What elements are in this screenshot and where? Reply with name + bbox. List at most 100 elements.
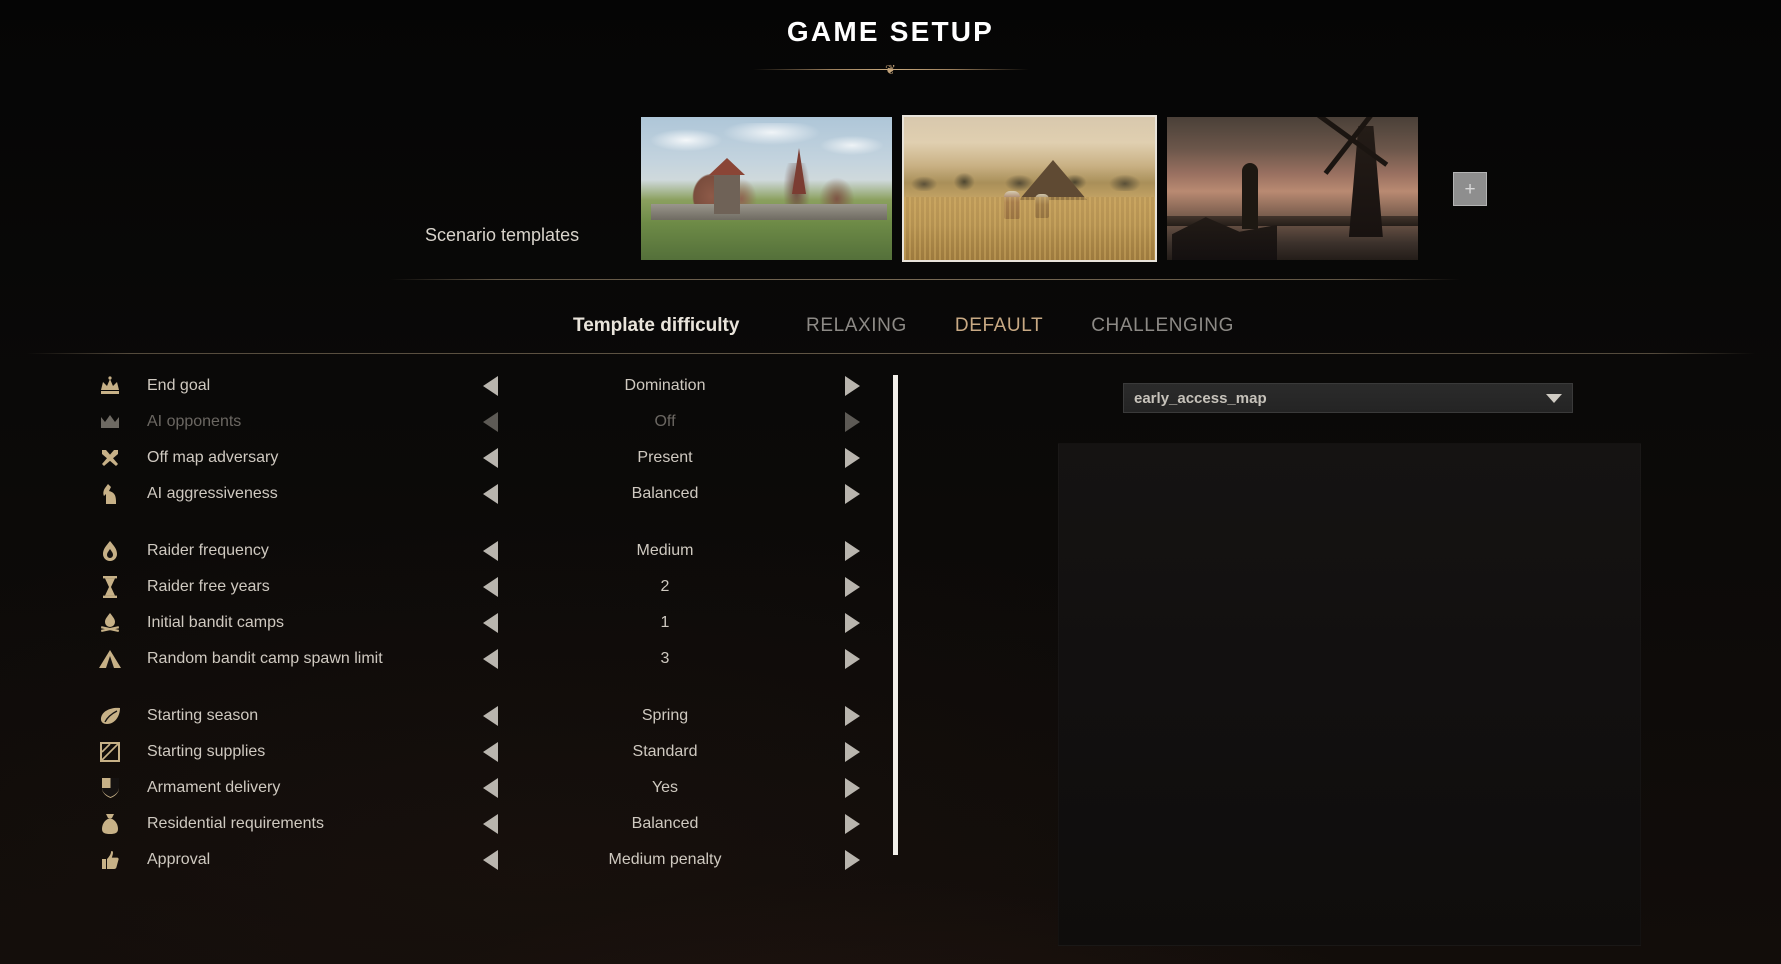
clouds [641, 122, 892, 166]
scenario-template-list: + [639, 115, 1487, 262]
town-tower [708, 158, 745, 215]
setting-row-approval: Approval Medium penalty [95, 842, 895, 878]
setting-next-arrow[interactable] [845, 814, 860, 834]
setting-value: Balanced [631, 485, 699, 502]
barn-roof [1019, 159, 1088, 200]
walled-town-thumbnail-art [641, 117, 892, 260]
setting-row-armament-delivery: Armament delivery Yes [95, 770, 895, 806]
templates-section-divider [390, 279, 1460, 280]
difficulty-option-default[interactable]: DEFAULT [955, 315, 1043, 337]
setting-value: Present [637, 449, 693, 466]
setting-value: Spring [641, 707, 689, 724]
page-title: GAME SETUP [786, 16, 995, 47]
setting-prev-arrow[interactable] [483, 850, 498, 870]
setting-row-ai-aggressiveness: AI aggressiveness Balanced [95, 476, 895, 512]
setting-next-arrow[interactable] [845, 706, 860, 726]
map-select-value: early_access_map [1134, 389, 1267, 407]
difficulty-section-divider [26, 353, 1756, 354]
hourglass-icon [95, 574, 125, 600]
knight-chess-icon [95, 481, 125, 507]
difficulty-option-relaxing[interactable]: RELAXING [806, 315, 907, 337]
dusk-windmill-thumbnail-art [1167, 117, 1418, 260]
setting-next-arrow[interactable] [845, 376, 860, 396]
setting-prev-arrow[interactable] [483, 742, 498, 762]
setting-row-end-goal: End goal Domination [95, 368, 895, 404]
setting-value: Medium [636, 542, 694, 559]
crossed-swords-icon [95, 445, 125, 471]
setting-next-arrow[interactable] [845, 742, 860, 762]
thumbs-up-icon [95, 847, 125, 873]
setting-prev-arrow[interactable] [483, 649, 498, 669]
setting-value: 3 [660, 650, 670, 667]
setting-next-arrow[interactable] [845, 484, 860, 504]
setting-label: Armament delivery [147, 779, 281, 796]
setting-prev-arrow[interactable] [483, 778, 498, 798]
settings-scrollbar-thumb[interactable] [893, 375, 898, 855]
setting-prev-arrow[interactable] [483, 484, 498, 504]
setting-row-raider-frequency: Raider frequency Medium [95, 533, 895, 569]
campfire-icon [95, 610, 125, 636]
setting-next-arrow[interactable] [845, 448, 860, 468]
setting-row-ai-opponents: AI opponents Off [95, 404, 895, 440]
setting-prev-arrow[interactable] [483, 376, 498, 396]
add-scenario-template-button[interactable]: + [1453, 172, 1487, 206]
setting-label: Starting season [147, 707, 259, 724]
setting-next-arrow[interactable] [845, 541, 860, 561]
setting-next-arrow[interactable] [845, 649, 860, 669]
chevron-down-icon [1546, 393, 1562, 403]
template-difficulty-row: Template difficulty RELAXING DEFAULT CHA… [0, 305, 1781, 347]
setting-value: Balanced [631, 815, 699, 832]
settings-scrollbar[interactable] [893, 375, 898, 855]
difficulty-option-challenging[interactable]: CHALLENGING [1091, 315, 1234, 337]
setting-next-arrow[interactable] [845, 412, 860, 432]
setting-prev-arrow[interactable] [483, 814, 498, 834]
setting-label: Initial bandit camps [147, 614, 284, 631]
setting-row-starting-season: Starting season Spring [95, 698, 895, 734]
flame-icon [95, 538, 125, 564]
wheat-crop [904, 197, 1155, 260]
crown-icon [95, 373, 125, 399]
setting-next-arrow[interactable] [845, 850, 860, 870]
plus-icon: + [1464, 178, 1476, 200]
setting-label: End goal [147, 377, 211, 394]
map-select-dropdown[interactable]: early_access_map [1123, 383, 1573, 413]
church-spire [791, 148, 806, 195]
setting-row-raider-free-years: Raider free years 2 [95, 569, 895, 605]
setting-value: Domination [624, 377, 706, 394]
setting-label: Random bandit camp spawn limit [147, 650, 383, 667]
setting-value: Yes [651, 779, 679, 796]
setting-label: Raider frequency [147, 542, 269, 559]
scenario-template-dusk-windmill[interactable] [1165, 115, 1420, 262]
scenario-templates-section: Scenario templates + [0, 115, 1781, 275]
setting-label: AI aggressiveness [147, 485, 278, 502]
town-wall [651, 204, 887, 221]
scenario-template-walled-town[interactable] [639, 115, 894, 262]
map-preview-panel [1058, 443, 1641, 946]
setting-prev-arrow[interactable] [483, 412, 498, 432]
setting-label: Approval [147, 851, 211, 868]
setting-row-random-bandit-camp-spawn-limit: Random bandit camp spawn limit 3 [95, 641, 895, 677]
setting-prev-arrow[interactable] [483, 613, 498, 633]
setting-prev-arrow[interactable] [483, 541, 498, 561]
setting-next-arrow[interactable] [845, 613, 860, 633]
crown-outline-icon [95, 409, 125, 435]
setting-prev-arrow[interactable] [483, 577, 498, 597]
setting-label: AI opponents [147, 413, 242, 430]
setting-value: 1 [660, 614, 670, 631]
setting-next-arrow[interactable] [845, 577, 860, 597]
setting-prev-arrow[interactable] [483, 448, 498, 468]
setting-label: Starting supplies [147, 743, 266, 760]
crate-icon [95, 739, 125, 765]
setting-value: Standard [632, 743, 698, 760]
setting-next-arrow[interactable] [845, 778, 860, 798]
game-setup-screen: GAME SETUP ❦ Scenario templates + Templa… [0, 0, 1781, 964]
setting-prev-arrow[interactable] [483, 706, 498, 726]
divider-ornament-icon: ❦ [885, 62, 896, 77]
money-bag-icon [95, 811, 125, 837]
setting-value: Medium penalty [608, 851, 722, 868]
scenario-template-wheat-harvest[interactable] [902, 115, 1157, 262]
setting-row-off-map-adversary: Off map adversary Present [95, 440, 895, 476]
wheat-harvest-thumbnail-art [904, 117, 1155, 260]
setting-row-initial-bandit-camps: Initial bandit camps 1 [95, 605, 895, 641]
setting-row-starting-supplies: Starting supplies Standard [95, 734, 895, 770]
